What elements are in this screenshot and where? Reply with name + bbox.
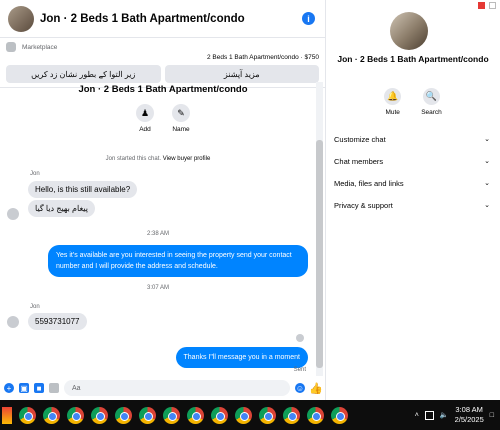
chrome-icon[interactable] [211,406,228,424]
app-icon[interactable] [2,406,12,424]
notification-icon[interactable]: □ [490,412,494,419]
timestamp: 3:07 AM [146,285,169,291]
timestamp: 2:38 AM [146,231,169,237]
chrome-icon[interactable] [259,406,276,424]
chat-title[interactable]: Jon · 2 Beds 1 Bath Apartment/condo [40,13,302,25]
menu-customize-chat[interactable]: Customize chat ⌄ [334,128,490,150]
menu-media-files-links[interactable]: Media, files and links ⌄ [334,172,490,194]
chevron-up-icon[interactable]: ˄ [415,412,419,419]
window-controls [478,2,496,9]
view-buyer-profile-link[interactable]: View buyer profile [163,156,211,162]
close-icon[interactable] [478,2,485,9]
composer-placeholder: Aa [72,384,81,392]
chevron-down-icon: ⌄ [484,202,490,209]
chrome-icon[interactable] [115,406,132,424]
name-label: Name [172,126,190,133]
chrome-icon[interactable] [43,406,60,424]
avatar[interactable] [390,12,428,50]
search-button[interactable]: 🔍 Search [421,88,442,116]
avatar[interactable] [7,208,19,220]
scrollbar[interactable] [316,82,323,376]
system-tray: ˄ 🔈 3:08 AM 2/5/2025 □ [415,400,494,430]
menu-label: Customize chat [334,134,386,144]
taskbar: ˄ 🔈 3:08 AM 2/5/2025 □ [0,400,500,430]
message-outgoing[interactable]: Thanks I"ll message you in a moment [175,347,308,368]
message-outgoing[interactable]: Yes it's available are you interested in… [48,245,308,277]
message-incoming[interactable]: پیغام بھیج دیا گیا [28,200,95,217]
info-icon[interactable]: i [302,12,315,25]
add-button[interactable]: ♟ Add [136,104,154,133]
message-input[interactable]: Aa [64,380,290,396]
mark-pending-button[interactable]: زیر التوا کے بطور نشان زد کریں [6,65,161,83]
chat-info-sidebar: Jon · 2 Beds 1 Bath Apartment/condo 🔔 Mu… [326,0,500,400]
name-button[interactable]: ✎ Name [172,104,190,133]
add-label: Add [139,126,151,133]
chevron-down-icon: ⌄ [484,158,490,165]
emoji-icon[interactable]: ☺ [295,383,305,393]
menu-label: Chat members [334,156,384,166]
message-incoming[interactable]: 5593731077 [28,313,87,330]
chrome-icon[interactable] [91,406,108,424]
chat-started-notice: Jon started this chat. View buyer profil… [0,156,316,162]
chrome-icon[interactable] [283,406,300,424]
composer: + ▣ ■ Aa ☺ 👍 [0,376,326,400]
chrome-icon[interactable] [235,406,252,424]
avatar[interactable] [7,316,19,328]
scrollbar-thumb[interactable] [316,140,323,368]
window-box-icon[interactable] [489,2,496,9]
volume-icon[interactable]: 🔈 [440,411,449,419]
sidebar-title: Jon · 2 Beds 1 Bath Apartment/condo [337,54,489,64]
sticker-icon[interactable]: ■ [34,383,44,393]
menu-privacy-support[interactable]: Privacy & support ⌄ [334,194,490,216]
chrome-icon[interactable] [163,406,180,424]
chrome-icon[interactable] [19,406,36,424]
clock[interactable]: 3:08 AM 2/5/2025 [455,405,484,425]
sender-name: Jon [30,304,40,310]
add-person-icon: ♟ [136,104,154,122]
sender-name: Jon [30,171,40,177]
listing-line[interactable]: 2 Beds 1 Bath Apartment/condo · $750 [6,54,319,61]
chevron-down-icon: ⌄ [484,180,490,187]
marketplace-banner: Marketplace 2 Beds 1 Bath Apartment/cond… [0,38,325,88]
menu-label: Privacy & support [334,200,393,210]
sidebar-menu: Customize chat ⌄ Chat members ⌄ Media, f… [334,128,490,216]
chrome-icon[interactable] [139,406,156,424]
seen-avatar [296,334,304,342]
pencil-icon: ✎ [172,104,190,122]
plus-icon[interactable]: + [4,383,14,393]
messenger-window: Jon · 2 Beds 1 Bath Apartment/condo i Ma… [0,0,500,400]
marketplace-icon [6,42,16,52]
marketplace-label: Marketplace [22,43,58,51]
conversation-title: Jon · 2 Beds 1 Bath Apartment/condo [78,84,248,95]
bell-icon: 🔔 [384,88,402,105]
mute-button[interactable]: 🔔 Mute [384,88,402,116]
clock-time: 3:08 AM [455,405,483,414]
network-icon[interactable] [424,410,434,420]
menu-chat-members[interactable]: Chat members ⌄ [334,150,490,172]
message-incoming[interactable]: Hello, is this still available? [28,181,138,198]
thumbs-up-icon[interactable]: 👍 [309,382,323,395]
conversation-area: Jon · 2 Beds 1 Bath Apartment/condo ♟ Ad… [0,82,326,376]
avatar[interactable] [8,5,34,32]
sent-status: Sent [293,367,306,373]
mute-label: Mute [385,109,400,116]
menu-label: Media, files and links [334,178,404,188]
search-label: Search [421,109,442,116]
gif-icon[interactable] [49,383,59,393]
chrome-icon[interactable] [307,406,324,424]
clock-date: 2/5/2025 [454,415,484,424]
chrome-icon[interactable] [331,406,348,424]
image-icon[interactable]: ▣ [19,383,29,393]
chrome-icon[interactable] [67,406,84,424]
more-options-button[interactable]: مزید آپشنز [164,65,319,83]
chevron-down-icon: ⌄ [484,136,490,143]
search-icon: 🔍 [422,88,440,105]
chat-panel: Jon · 2 Beds 1 Bath Apartment/condo i Ma… [0,0,326,400]
chrome-icon[interactable] [187,406,204,424]
started-text: Jon started this chat. [105,156,162,162]
chat-header: Jon · 2 Beds 1 Bath Apartment/condo i [0,0,325,38]
